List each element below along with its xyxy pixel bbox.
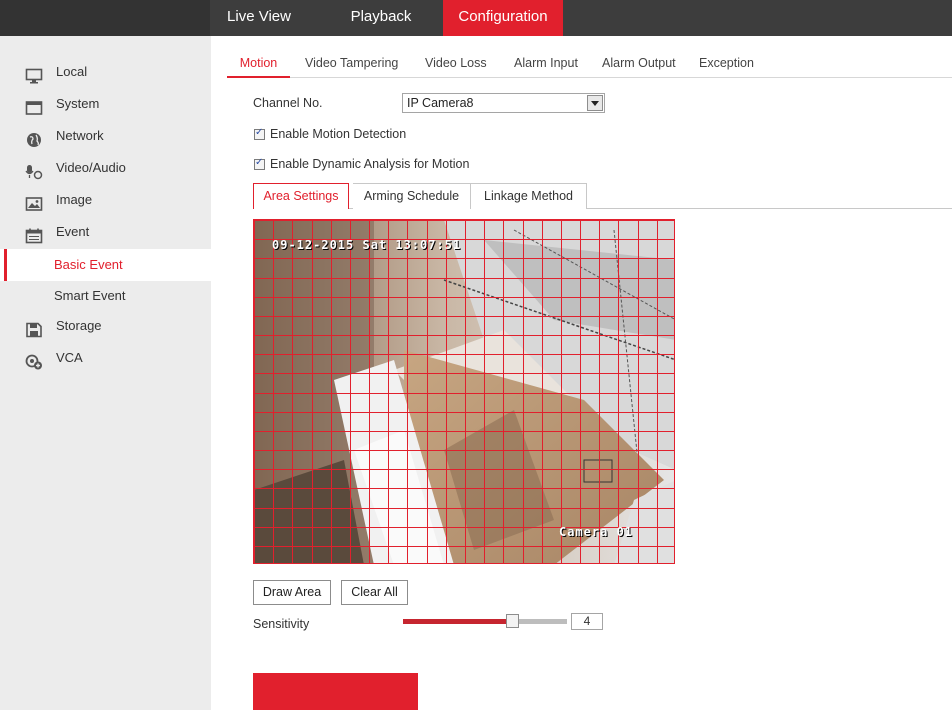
system-window-icon — [25, 96, 43, 115]
sidebar-item-smart-event[interactable]: Smart Event — [0, 280, 211, 312]
chevron-down-icon[interactable] — [587, 95, 603, 111]
sidebar-item-network[interactable]: Network — [0, 120, 211, 152]
timestamp-overlay: 09-12-2015 Sat 13:07:51 — [272, 238, 462, 252]
sidebar-item-image[interactable]: Image — [0, 184, 211, 216]
sensitivity-slider-fill — [403, 619, 512, 624]
sidebar-item-label: Video/Audio — [56, 160, 126, 175]
tab-motion[interactable]: Motion — [227, 48, 290, 78]
sidebar-item-event[interactable]: Event — [0, 216, 211, 248]
sensitivity-value: 4 — [571, 613, 603, 630]
enable-motion-label: Enable Motion Detection — [270, 127, 407, 141]
sidebar-item-label: System — [56, 96, 100, 111]
enable-dynamic-checkbox[interactable] — [254, 157, 265, 170]
sidebar-item-label: Local — [56, 64, 88, 79]
sidebar-item-label: Event — [56, 224, 90, 239]
sensitivity-slider-thumb[interactable] — [506, 614, 519, 628]
globe-icon — [25, 128, 43, 147]
enable-motion-checkbox[interactable] — [254, 127, 265, 140]
sidebar-item-label: Image — [56, 192, 93, 207]
monitor-icon — [25, 64, 43, 84]
sidebar-item-label: Basic Event — [54, 257, 123, 272]
calendar-icon — [25, 224, 43, 244]
tab-alarm-input[interactable]: Alarm Input — [514, 48, 578, 78]
nav-configuration[interactable]: Configuration — [443, 0, 563, 36]
tab-video-tampering[interactable]: Video Tampering — [305, 48, 398, 78]
sidebar-item-label: Smart Event — [54, 288, 126, 303]
channel-select-value: IP Camera8 — [407, 96, 474, 110]
nav-live-view[interactable]: Live View — [213, 0, 305, 36]
settings-subtabs: Area Settings Arming Schedule Linkage Me… — [253, 183, 952, 209]
sensitivity-slider[interactable] — [403, 619, 567, 624]
microphone-icon — [25, 160, 43, 180]
sidebar-item-storage[interactable]: Storage — [0, 310, 211, 342]
clear-all-button[interactable]: Clear All — [341, 580, 408, 605]
sidebar-item-label: Network — [56, 128, 104, 143]
sidebar: Local System Network Video/Audio Image E… — [0, 36, 211, 710]
enable-dynamic-label: Enable Dynamic Analysis for Motion — [270, 157, 470, 171]
top-navigation-bar: Live View Playback Configuration — [0, 0, 952, 36]
tab-alarm-output[interactable]: Alarm Output — [602, 48, 676, 78]
camera-name-overlay: Camera 01 — [559, 525, 634, 539]
floppy-disk-icon — [25, 318, 43, 338]
draw-area-button[interactable]: Draw Area — [253, 580, 331, 605]
channel-select[interactable]: IP Camera8 — [402, 93, 605, 113]
image-icon — [25, 192, 43, 211]
subtab-linkage-method[interactable]: Linkage Method — [471, 183, 587, 209]
channel-label: Channel No. — [253, 96, 323, 110]
sidebar-item-vca[interactable]: VCA — [0, 342, 211, 374]
sidebar-item-local[interactable]: Local — [0, 56, 211, 88]
sidebar-item-label: VCA — [56, 350, 83, 365]
sidebar-item-video-audio[interactable]: Video/Audio — [0, 152, 211, 184]
sidebar-item-basic-event[interactable]: Basic Event — [0, 249, 211, 281]
sensitivity-label: Sensitivity — [253, 617, 310, 631]
tab-video-loss[interactable]: Video Loss — [425, 48, 487, 78]
brand-area — [0, 0, 210, 36]
sidebar-item-label: Storage — [56, 318, 102, 333]
subtab-area-settings[interactable]: Area Settings — [253, 183, 349, 209]
sidebar-item-system[interactable]: System — [0, 88, 211, 120]
nav-playback[interactable]: Playback — [335, 0, 427, 36]
save-button[interactable] — [253, 673, 418, 710]
event-tabs: Motion Video Tampering Video Loss Alarm … — [227, 48, 952, 78]
motion-detection-video[interactable]: 09-12-2015 Sat 13:07:51 Camera 01 — [253, 219, 675, 564]
subtab-arming-schedule[interactable]: Arming Schedule — [353, 183, 471, 209]
tab-exception[interactable]: Exception — [699, 48, 754, 78]
motion-grid[interactable] — [254, 220, 675, 564]
vca-icon — [25, 350, 43, 370]
